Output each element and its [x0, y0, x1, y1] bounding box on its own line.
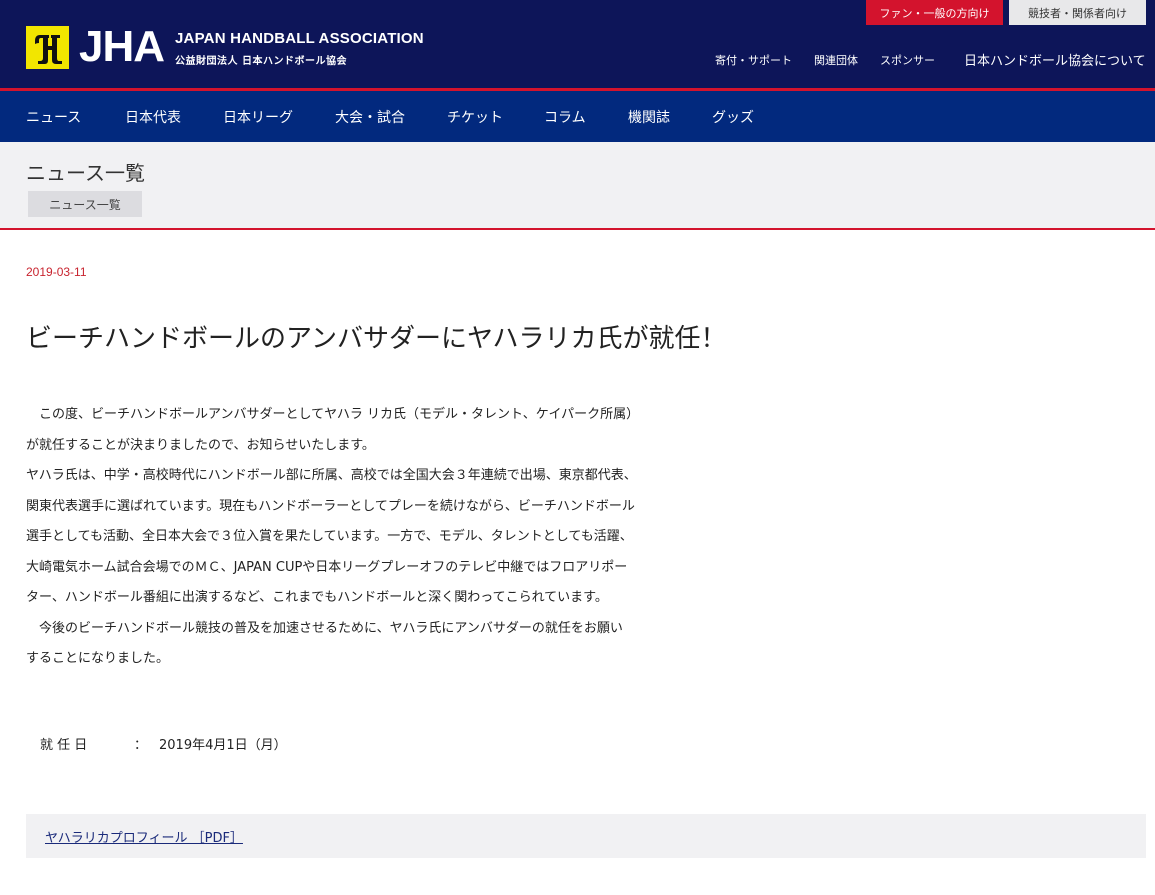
org-name-jp: 公益財団法人 日本ハンドボール協会 [175, 56, 347, 67]
util-link-donation[interactable]: 寄付・サポート [715, 52, 792, 68]
jha-emblem-icon[interactable] [26, 26, 69, 69]
profile-pdf-link[interactable]: ヤハラリカプロフィール ［PDF］ [45, 827, 243, 846]
article-line: することになりました。 [26, 651, 170, 666]
fan-audience-button[interactable]: ファン・一般の方向け [866, 0, 1003, 25]
util-link-sponsors[interactable]: スポンサー [880, 52, 935, 68]
nav-item-journal[interactable]: 機関誌 [628, 107, 670, 127]
nav-item-tournaments[interactable]: 大会・試合 [335, 107, 405, 127]
article-title: ビーチハンドボールのアンバサダーにヤハラリカ氏が就任！ [26, 324, 727, 354]
article-line: ヤハラ氏は、中学・高校時代にハンドボール部に所属、高校では全国大会３年連続で出場… [26, 468, 637, 483]
page-title: ニュース一覧 [26, 161, 145, 185]
article-line: ター、ハンドボール番組に出演するなど、これまでもハンドボールと深く関わってこられ… [26, 590, 608, 605]
nav-item-news[interactable]: ニュース [26, 107, 81, 127]
logo-text[interactable]: JHA [79, 22, 165, 72]
player-audience-button[interactable]: 競技者・関係者向け [1009, 0, 1146, 25]
nav-item-tickets[interactable]: チケット [447, 107, 503, 127]
nav-item-national-team[interactable]: 日本代表 [125, 107, 181, 127]
main-nav: ニュース 日本代表 日本リーグ 大会・試合 チケット コラム 機関誌 グッズ [0, 91, 1155, 142]
article-line: 大崎電気ホーム試合会場でのＭＣ、JAPAN CUPや日本リーグプレーオフのテレビ… [26, 559, 628, 575]
handball-emblem-icon [34, 34, 62, 64]
article-line: 関東代表選手に選ばれています。現在もハンドボーラーとしてプレーを続けながら、ビー… [26, 498, 635, 514]
appointment-date-value: 2019年4月1日（月） [159, 738, 287, 753]
article-line: 今後のビーチハンドボール競技の普及を加速させるために、ヤハラ氏にアンバサダーの就… [26, 620, 623, 636]
org-name-en: JAPAN HANDBALL ASSOCIATION [175, 30, 424, 47]
nav-item-japan-league[interactable]: 日本リーグ [223, 107, 293, 127]
appointment-date-label: 就 任 日 [40, 738, 88, 753]
breadcrumb-item-news-list[interactable]: ニュース一覧 [28, 191, 142, 217]
nav-item-goods[interactable]: グッズ [712, 107, 754, 127]
breadcrumb-divider [0, 228, 1155, 230]
breadcrumb-band [0, 142, 1155, 228]
appointment-date-separator: ： [134, 738, 148, 753]
article-line: 選手としても活動、全日本大会で３位入賞を果たしています。一方で、モデル、タレント… [26, 529, 633, 544]
about-association-link[interactable]: 日本ハンドボール協会について [964, 50, 1146, 69]
article-line: この度、ビーチハンドボールアンバサダーとしてヤハラ リカ氏（モデル・タレント、ケ… [26, 407, 640, 422]
nav-item-column[interactable]: コラム [544, 107, 586, 127]
util-link-related-orgs[interactable]: 関連団体 [814, 52, 858, 68]
article-date: 2019-03-11 [26, 265, 87, 279]
article-body: この度、ビーチハンドボールアンバサダーとしてヤハラ リカ氏（モデル・タレント、ケ… [26, 400, 696, 675]
article-line: が就任することが決まりましたので、お知らせいたします。 [26, 437, 375, 453]
